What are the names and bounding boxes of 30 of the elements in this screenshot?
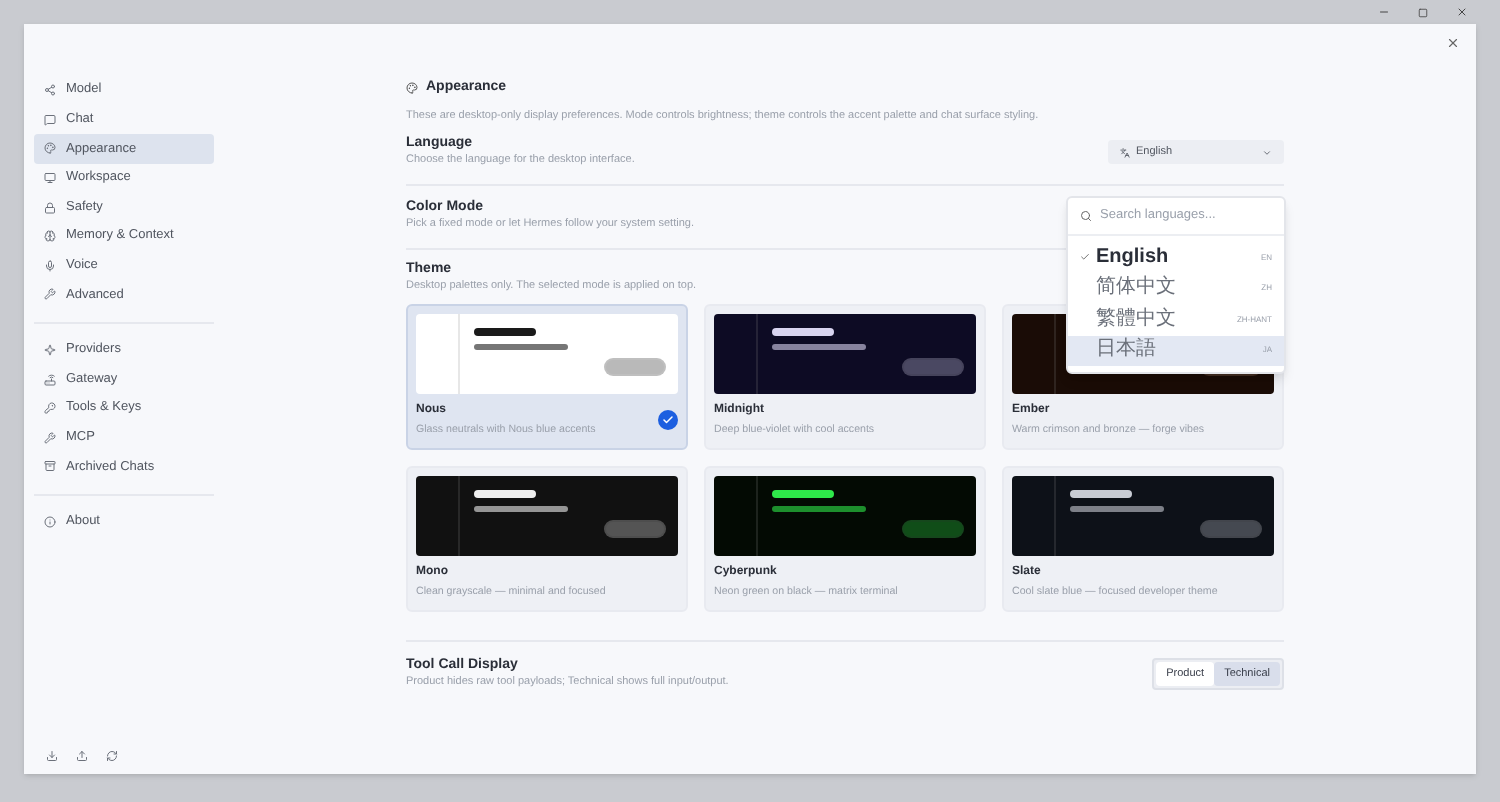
- close-icon[interactable]: [1446, 36, 1460, 50]
- language-name: English: [1096, 247, 1169, 268]
- language-name: 简体中文: [1096, 278, 1176, 299]
- language-name: 繁體中文: [1096, 309, 1176, 330]
- chevron-down-icon: [1262, 147, 1272, 158]
- refresh-icon[interactable]: [106, 750, 118, 762]
- microphone-icon: [44, 259, 56, 272]
- check-icon: [658, 410, 678, 431]
- brain-icon: [44, 230, 56, 243]
- search-icon: [1080, 210, 1092, 222]
- palette-icon: [44, 142, 56, 155]
- router-icon: [44, 373, 56, 386]
- maximize-icon[interactable]: [1418, 7, 1428, 17]
- language-name: 日本語: [1096, 340, 1156, 361]
- share-icon: [44, 84, 56, 97]
- monitor-icon: [44, 172, 56, 185]
- archive-icon: [44, 460, 56, 473]
- translate-icon: [1120, 147, 1130, 158]
- palette-icon: [406, 82, 418, 95]
- info-icon: [44, 516, 56, 529]
- sparkle-icon: [44, 344, 56, 357]
- wrench-icon: [44, 431, 56, 444]
- key-icon: [44, 402, 56, 415]
- close-icon[interactable]: [1456, 6, 1468, 18]
- chat-icon: [44, 113, 56, 126]
- lock-icon: [44, 201, 56, 214]
- wrench-icon: [44, 288, 56, 301]
- upload-icon[interactable]: [76, 750, 88, 762]
- download-icon[interactable]: [46, 750, 58, 762]
- check-icon: [1080, 252, 1090, 263]
